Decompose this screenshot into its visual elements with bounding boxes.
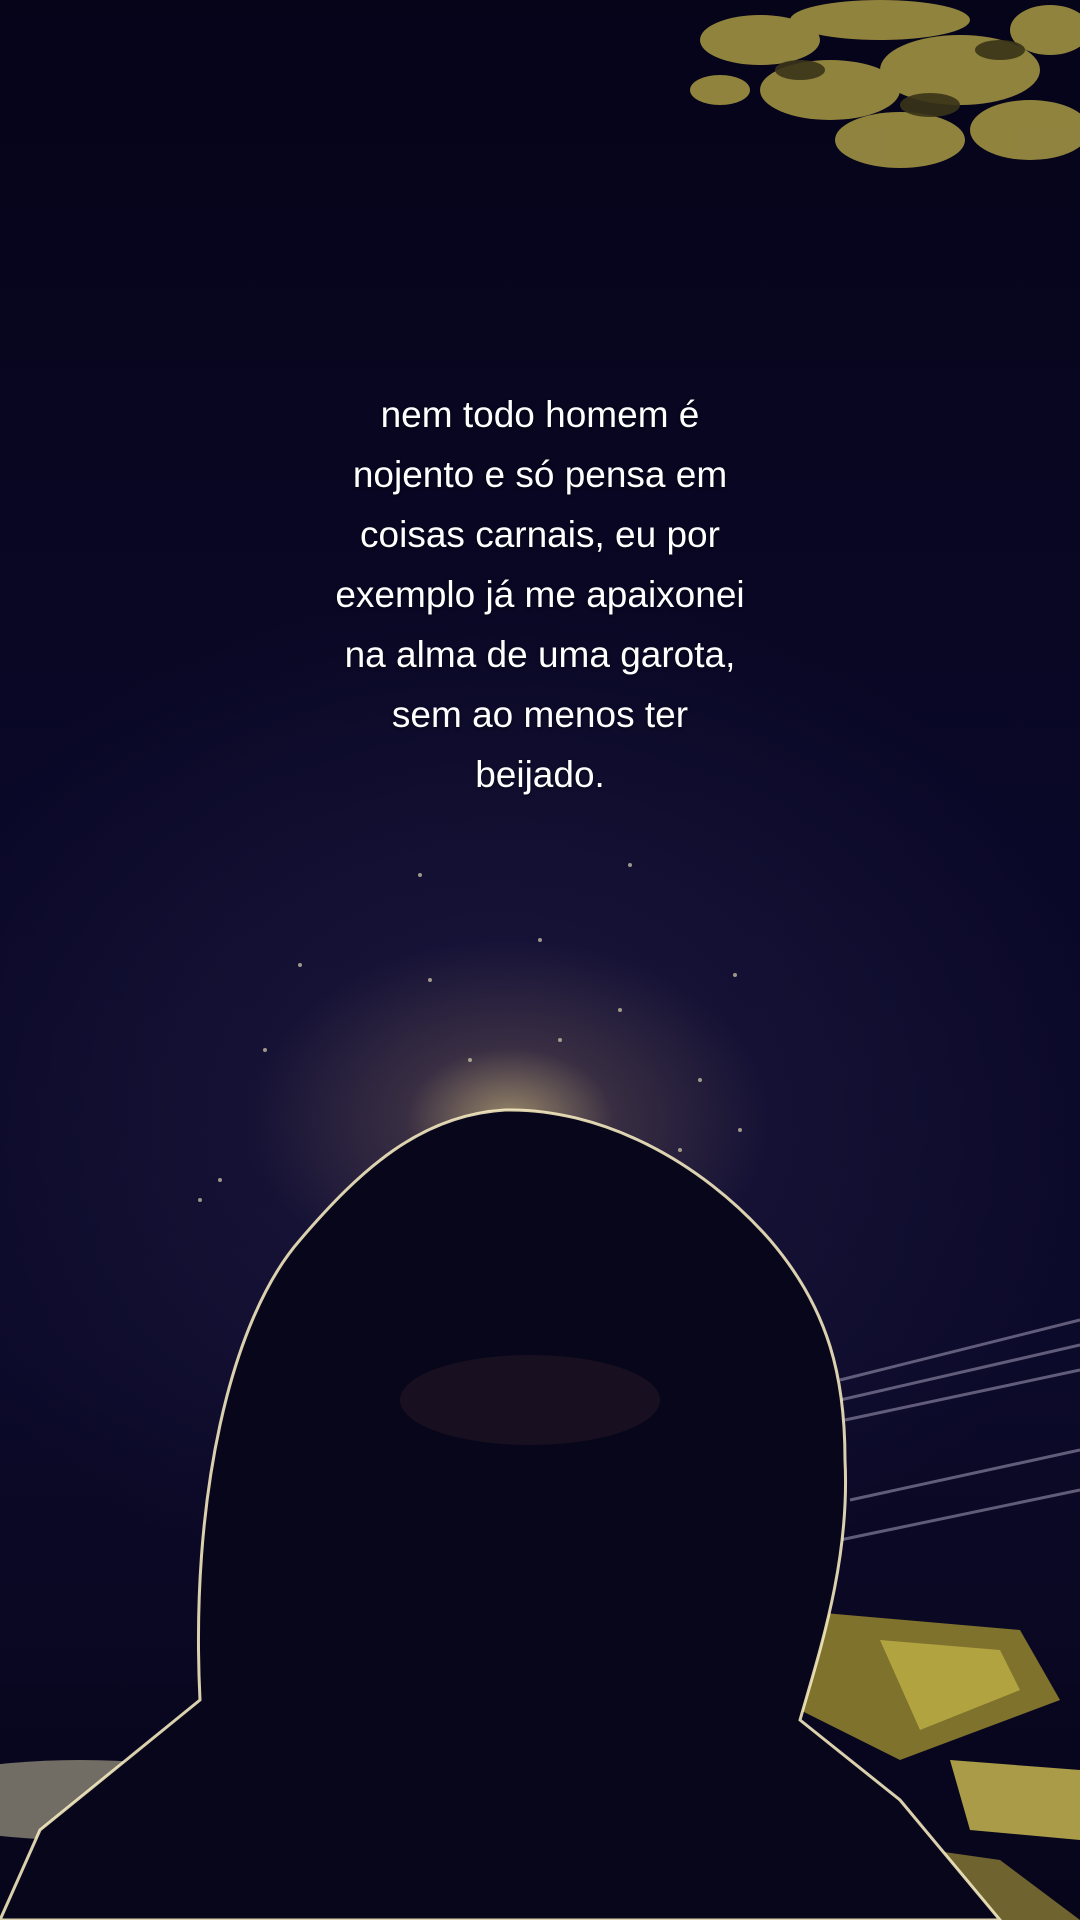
caption-line: sem ao menos ter (391, 694, 689, 735)
caption-line: nojento e só pensa em (352, 454, 728, 495)
hooded-silhouette (0, 1108, 1002, 1920)
night-photo: nem todo homem é nojento e só pensa em c… (0, 0, 1080, 1920)
caption-line: na alma de uma garota, (344, 634, 736, 675)
caption-line: exemplo já me apaixonei (335, 574, 745, 615)
caption-line: beijado. (475, 754, 605, 795)
caption-line: nem todo homem é (380, 394, 700, 435)
caption-line: coisas carnais, eu por (360, 514, 720, 555)
wires (839, 1318, 1080, 1542)
tree-foliage (690, 0, 1080, 168)
caption-text: nem todo homem é nojento e só pensa em c… (290, 385, 790, 805)
face-shadow (400, 1355, 660, 1445)
scene-illustration (0, 0, 1080, 1920)
